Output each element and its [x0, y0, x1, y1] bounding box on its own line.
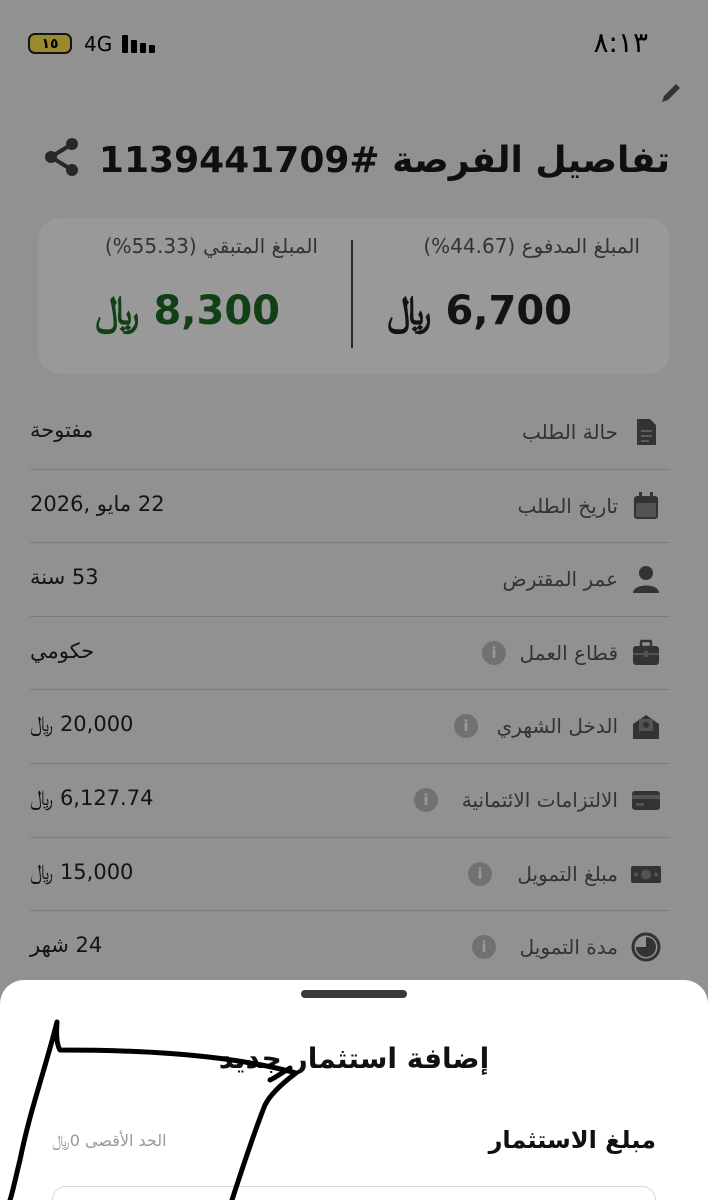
investment-amount-input[interactable]	[52, 1186, 656, 1200]
sheet-grabber[interactable]	[301, 990, 407, 998]
add-investment-sheet: إضافة استثمار جديد مبلغ الاستثمار الحد ا…	[0, 980, 708, 1200]
investment-amount-label: مبلغ الاستثمار	[488, 1126, 656, 1154]
sheet-title: إضافة استثمار جديد	[218, 1042, 490, 1075]
max-amount-hint: الحد الأقصى 0﷼	[52, 1131, 167, 1150]
